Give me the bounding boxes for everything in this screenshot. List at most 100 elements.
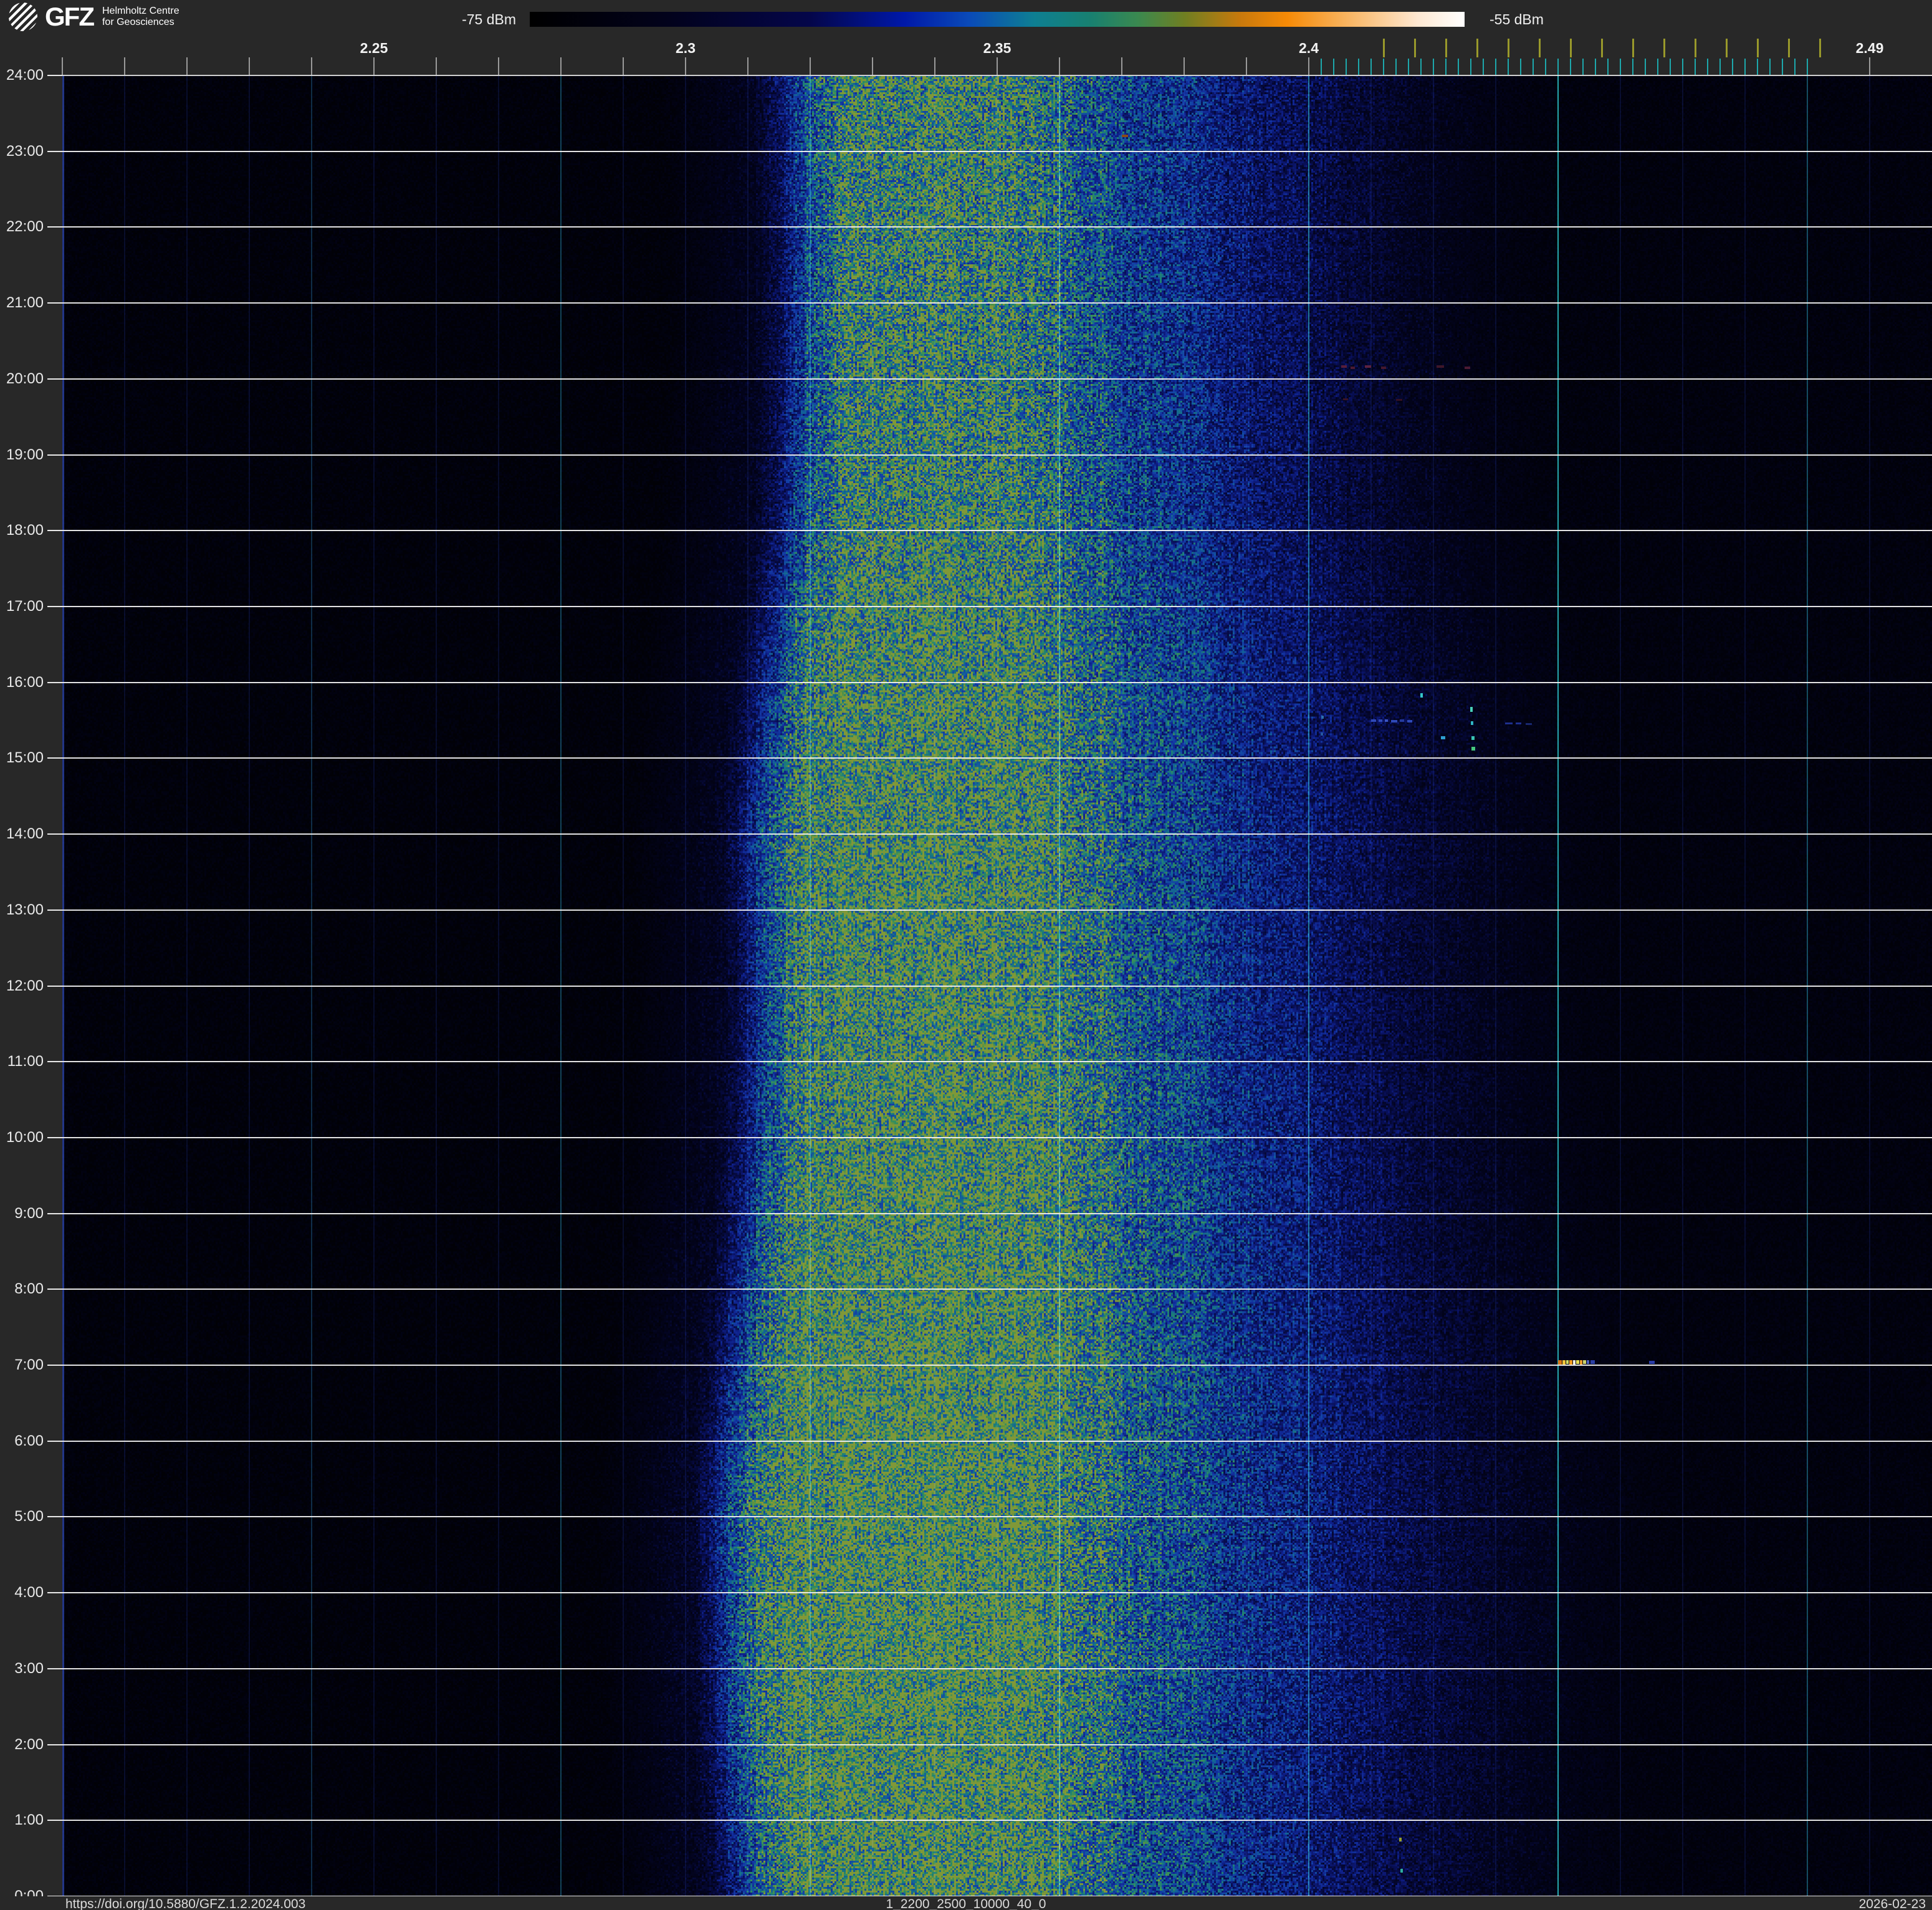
freq-band-tick — [1788, 39, 1790, 57]
rfi-event-mark — [1649, 1360, 1655, 1364]
freq-channel-tick — [1445, 59, 1447, 75]
freq-minor-tick — [62, 57, 63, 75]
time-axis-label: 9:00 — [14, 1204, 44, 1222]
dataset-name-label: 1_2200_2500_10000_40_0 — [886, 1897, 1046, 1910]
time-axis-tick — [47, 1820, 62, 1821]
rfi-event-mark — [1590, 1360, 1595, 1365]
time-axis-tick — [47, 302, 62, 304]
freq-minor-tick — [1308, 57, 1309, 75]
freq-channel-tick — [1757, 59, 1758, 75]
time-axis-tick — [47, 1289, 62, 1290]
rfi-event-mark — [1341, 365, 1347, 368]
freq-band-tick — [1757, 39, 1759, 57]
freq-channel-tick — [1794, 59, 1796, 75]
time-axis-label: 3:00 — [14, 1659, 44, 1677]
rfi-event-mark — [1396, 399, 1402, 401]
freq-minor-tick — [1246, 57, 1247, 75]
freq-band-tick — [1726, 39, 1728, 57]
rfi-event-mark — [1587, 1360, 1589, 1365]
freq-minor-tick — [1059, 57, 1060, 75]
time-axis-label: 10:00 — [6, 1128, 44, 1146]
freq-channel-tick — [1719, 59, 1721, 75]
hour-gridline — [62, 1440, 1932, 1442]
rfi-event-mark — [1371, 719, 1376, 722]
freq-band-tick — [1445, 39, 1447, 57]
freq-band-tick — [1695, 39, 1696, 57]
logo-subtitle-line1: Helmholtz Centre — [102, 6, 179, 17]
time-axis-label: 12:00 — [6, 977, 44, 994]
freq-minor-tick — [810, 57, 811, 75]
freq-channel-tick — [1657, 59, 1658, 75]
rfi-event-mark — [1569, 1360, 1572, 1365]
hour-gridline — [62, 985, 1932, 987]
freq-channel-tick — [1807, 59, 1808, 75]
time-axis-tick — [47, 150, 62, 152]
rfi-event-mark — [1379, 719, 1382, 722]
rfi-event-mark — [1573, 1360, 1576, 1365]
hour-gridline — [62, 1592, 1932, 1594]
time-axis-tick — [47, 75, 62, 76]
rfi-event-mark — [1400, 719, 1404, 722]
hour-gridline — [62, 1668, 1932, 1669]
time-axis-tick — [47, 1592, 62, 1594]
time-axis-tick — [47, 909, 62, 911]
time-axis-tick — [47, 226, 62, 228]
freq-channel-tick — [1420, 59, 1422, 75]
freq-minor-tick — [1121, 57, 1122, 75]
logo-subtitle: Helmholtz Centre for Geosciences — [102, 6, 179, 28]
time-axis-label: 16:00 — [6, 673, 44, 691]
rfi-event-mark — [1471, 736, 1475, 740]
time-axis-label: 1:00 — [14, 1812, 44, 1829]
hour-gridline — [62, 1365, 1932, 1366]
freq-band-tick — [1819, 39, 1821, 57]
logo-brand-text: GFZ — [45, 2, 95, 31]
time-axis-tick — [47, 1516, 62, 1518]
rfi-event-mark — [1351, 366, 1355, 369]
time-axis-tick — [47, 681, 62, 683]
time-axis-label: 22:00 — [6, 218, 44, 236]
rfi-event-mark — [1437, 365, 1444, 368]
freq-minor-tick — [498, 57, 499, 75]
freq-channel-tick — [1557, 59, 1559, 75]
time-axis-label: 19:00 — [6, 446, 44, 463]
rfi-event-mark — [1566, 1360, 1569, 1365]
freq-axis-label: 2.25 — [360, 40, 388, 56]
time-axis-tick — [47, 985, 62, 987]
freq-band-tick — [1476, 39, 1478, 57]
freq-minor-tick — [311, 57, 312, 75]
rfi-event-mark — [1470, 707, 1473, 713]
time-axis-tick — [47, 1440, 62, 1442]
freq-channel-tick — [1545, 59, 1546, 75]
freq-channel-tick — [1582, 59, 1584, 75]
freq-band-tick — [1570, 39, 1572, 57]
time-axis-tick — [47, 454, 62, 456]
date-label: 2026-02-23 — [1858, 1897, 1926, 1910]
freq-band-tick — [1663, 39, 1665, 57]
spectrogram-page: GFZ Helmholtz Centre for Geosciences -75… — [0, 0, 1932, 1910]
hour-gridline — [62, 605, 1932, 607]
freq-minor-tick — [124, 57, 125, 75]
time-axis-label: 5:00 — [14, 1508, 44, 1525]
freq-axis-label: 2.35 — [983, 40, 1011, 56]
rfi-event-mark — [1343, 398, 1348, 401]
freq-channel-tick — [1533, 59, 1534, 75]
freq-minor-tick — [186, 57, 188, 75]
freq-channel-tick — [1695, 59, 1696, 75]
freq-minor-tick — [934, 57, 935, 75]
rfi-event-mark — [1583, 1360, 1586, 1365]
freq-channel-tick — [1346, 59, 1347, 75]
rfi-event-mark — [1321, 716, 1324, 719]
freq-channel-tick — [1470, 59, 1471, 75]
rfi-event-mark — [1407, 719, 1412, 722]
freq-channel-tick — [1333, 59, 1334, 75]
freq-channel-tick — [1408, 59, 1409, 75]
freq-axis-label: 2.4 — [1299, 40, 1319, 56]
time-axis-tick — [47, 530, 62, 532]
rfi-event-mark — [1471, 721, 1473, 726]
freq-channel-tick — [1670, 59, 1671, 75]
rfi-event-mark — [1471, 746, 1475, 751]
time-axis-label: 17:00 — [6, 597, 44, 615]
rfi-event-mark — [1122, 135, 1128, 138]
gfz-globe-icon — [9, 2, 37, 31]
freq-minor-tick — [747, 57, 748, 75]
